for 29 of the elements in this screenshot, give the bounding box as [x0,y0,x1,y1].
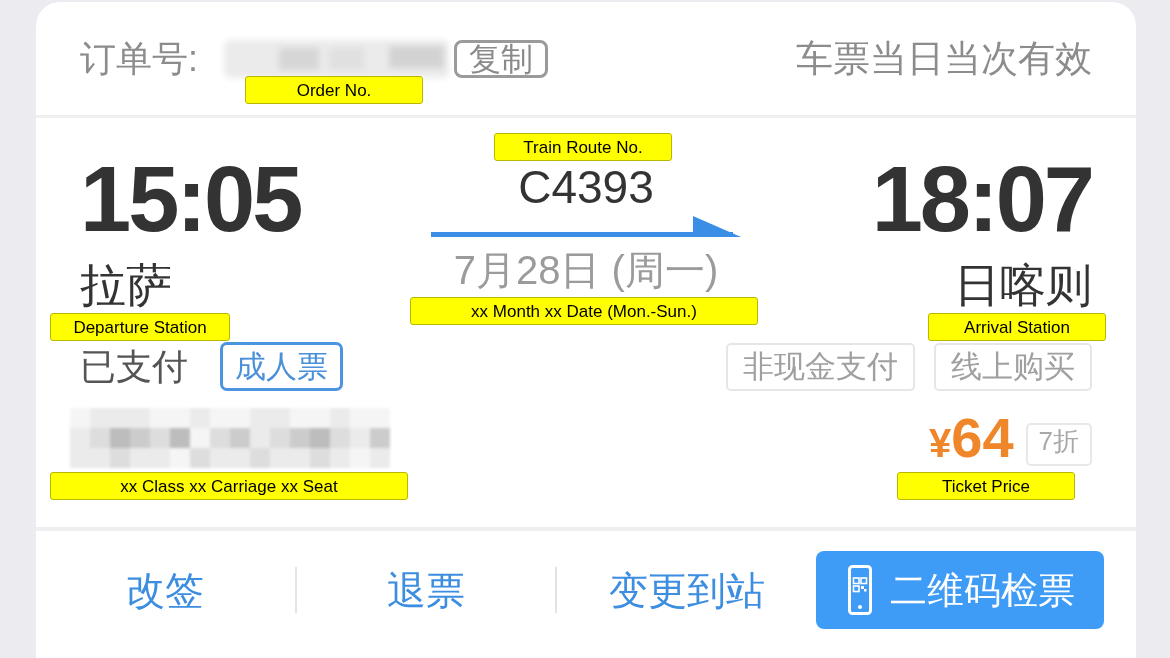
annotation-label: Arrival Station [928,313,1106,341]
qr-check-button[interactable]: 二维码检票 [816,551,1104,629]
departure-station: 拉萨 [80,262,172,308]
annotation-label: xx Class xx Carriage xx Seat [50,472,408,500]
departure-time: 15:05 [80,153,301,245]
price-amount: 64 [951,410,1014,466]
arrival-time: 18:07 [871,153,1092,245]
currency-symbol: ¥ [929,423,952,463]
copy-button[interactable]: 复制 [454,39,548,78]
right-arrow-icon [431,216,741,238]
annotation-label: Ticket Price [897,472,1075,500]
payment-status: 已支付 [80,348,188,385]
annotation-label: Departure Station [50,313,230,341]
travel-date: 7月28日 (周一) [453,250,719,290]
phone-qr-icon [848,565,872,615]
order-number-label: 订单号: [80,40,198,77]
discount-tag: 7折 [1025,423,1092,466]
annotation-label: Train Route No. [494,133,672,161]
annotation-label: xx Month xx Date (Mon.-Sun.) [410,297,758,325]
ticket-tag: 线上购买 [934,342,1092,391]
ticket-type-tag: 成人票 [220,342,343,391]
action-link[interactable]: 变更到站 [608,570,765,610]
ticket-tag: 非现金支付 [726,342,915,391]
arrival-station: 日喀则 [954,262,1092,308]
annotation-label: Order No. [245,76,423,104]
action-link[interactable]: 退票 [387,570,465,610]
train-number: C4393 [518,164,654,210]
validity-note: 车票当日当次有效 [796,40,1092,77]
action-link[interactable]: 改签 [126,570,205,610]
